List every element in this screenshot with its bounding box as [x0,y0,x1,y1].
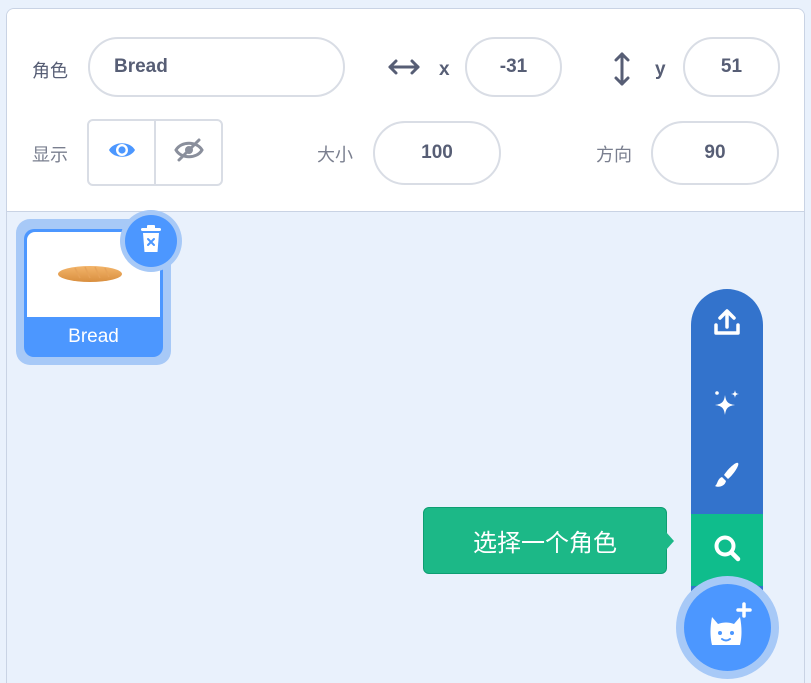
horizontal-arrows-icon [386,55,422,79]
delete-sprite-button[interactable] [120,210,182,272]
surprise-sprite-button[interactable] [691,369,763,441]
paint-sprite-button[interactable] [691,441,763,513]
show-label: 显示 [32,145,68,166]
size-input[interactable]: 100 [373,121,501,185]
choose-sprite-tooltip: 选择一个角色 [423,507,667,574]
upload-icon [711,307,743,344]
show-button[interactable] [89,121,156,184]
sprite-info-panel: 角色 Bread x -31 y 51 显示 大小 100 方向 90 [7,9,804,212]
x-input[interactable]: -31 [465,37,562,97]
eye-icon [107,139,137,166]
sprite-name-input[interactable]: Bread [88,37,345,97]
search-icon [711,532,743,569]
cat-plus-icon [704,601,752,654]
size-label: 大小 [317,145,353,166]
hide-button[interactable] [156,121,221,184]
choose-sprite-button[interactable] [684,584,771,671]
eye-slash-icon [173,137,205,168]
surprise-icon [711,387,743,424]
tooltip-arrow [666,532,674,550]
choose-sprite-menu [691,289,763,604]
sprite-name-label: 角色 [32,61,68,82]
x-label: x [439,59,450,80]
visibility-toggle [87,119,223,186]
sprite-tile-name: Bread [68,326,119,347]
vertical-arrows-icon [611,49,633,89]
direction-label: 方向 [596,145,632,166]
sprite-pane: 角色 Bread x -31 y 51 显示 大小 100 方向 90 Brea… [6,8,805,683]
direction-input[interactable]: 90 [651,121,779,185]
trash-icon [138,224,164,259]
y-label: y [655,59,666,80]
upload-sprite-button[interactable] [691,289,763,361]
paintbrush-icon [711,459,743,496]
y-input[interactable]: 51 [683,37,780,97]
